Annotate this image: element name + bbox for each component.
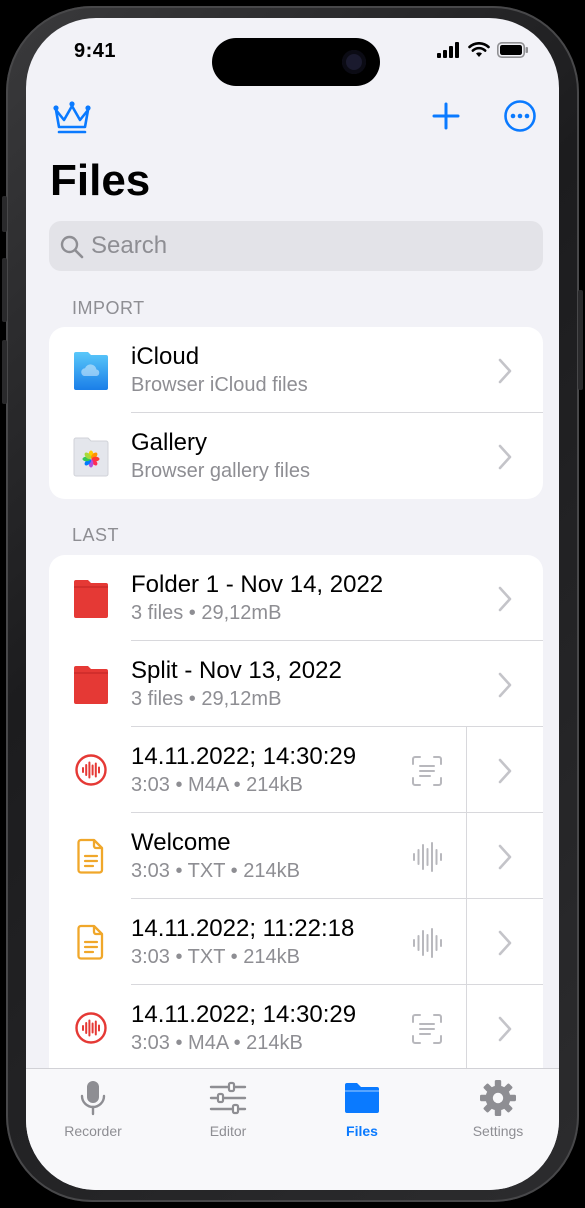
gallery-folder-icon [73,437,109,477]
tab-label: Recorder [64,1123,122,1139]
chevron-right-icon [498,672,512,698]
add-button[interactable] [426,96,466,136]
cellular-signal-icon [437,42,459,58]
row-vertical-divider [466,727,467,813]
tab-recorder[interactable]: Recorder [33,1079,153,1149]
battery-icon [497,42,528,58]
row-subtitle: 3 files • 29,12mB [131,688,282,710]
row-title: 14.11.2022; 14:30:29 [131,1001,357,1028]
transcribe-icon[interactable] [409,1011,445,1047]
import-group: iCloud Browser iCloud files Gallery Brow… [49,327,543,499]
search-bar[interactable] [49,221,543,271]
row-subtitle: 3:03 • TXT • 214kB [131,860,300,882]
row-subtitle: 3 files • 29,12mB [131,602,282,624]
tab-label: Settings [472,1123,524,1139]
status-time: 9:41 [74,40,117,62]
chevron-right-icon [498,586,512,612]
row-title: Split - Nov 13, 2022 [131,657,342,684]
volume-up-button [2,258,7,322]
chevron-right-icon[interactable] [497,757,513,785]
search-icon [60,235,84,259]
dynamic-island [212,38,380,86]
row-vertical-divider [466,899,467,985]
folder-icon [345,1083,379,1113]
row-title: Folder 1 - Nov 14, 2022 [131,571,384,598]
icloud-folder-icon [74,352,108,390]
last-row-text[interactable]: 14.11.2022; 11:22:18 3:03 • TXT • 214kB [49,899,543,985]
red-folder-icon [74,580,108,618]
row-title: 14.11.2022; 11:22:18 [131,915,355,942]
microphone-icon [80,1081,106,1116]
tab-label: Editor [209,1123,247,1139]
chevron-right-icon[interactable] [497,929,513,957]
search-input[interactable] [91,231,521,261]
audio-file-icon [75,754,107,786]
chevron-right-icon [498,444,512,470]
waveform-icon[interactable] [409,925,445,961]
text-file-icon [77,838,104,874]
last-row-folder[interactable]: Split - Nov 13, 2022 3 files • 29,12mB [49,641,543,727]
row-subtitle: 3:03 • TXT • 214kB [131,946,300,968]
tab-editor[interactable]: Editor [168,1079,288,1149]
plus-icon [432,102,460,130]
screen: 9:41 Files Search IMPORT iCloud Browser … [26,18,559,1190]
tab-bar: Recorder Editor Files Settings [26,1068,559,1190]
import-row-icloud[interactable]: iCloud Browser iCloud files [49,327,543,413]
action-button [2,196,7,232]
gear-icon [480,1080,516,1116]
last-section-header: LAST [72,525,120,545]
row-subtitle: 3:03 • M4A • 214kB [131,1032,303,1054]
camera-icon [342,50,366,74]
last-row-folder[interactable]: Folder 1 - Nov 14, 2022 3 files • 29,12m… [49,555,543,641]
last-row-audio[interactable]: 14.11.2022; 14:30:29 3:03 • M4A • 214kB [49,985,543,1071]
row-subtitle: Browser iCloud files [131,374,308,396]
more-button[interactable] [500,96,540,136]
last-row-text[interactable]: Welcome 3:03 • TXT • 214kB [49,813,543,899]
chevron-right-icon[interactable] [497,843,513,871]
row-title: Welcome [131,829,231,856]
import-row-gallery[interactable]: Gallery Browser gallery files [49,413,543,499]
tab-label: Files [346,1123,378,1139]
page-title: Files [50,156,151,205]
top-actions [26,96,559,140]
row-vertical-divider [466,985,467,1071]
text-file-icon [77,924,104,960]
row-title: iCloud [131,343,200,370]
last-group: Folder 1 - Nov 14, 2022 3 files • 29,12m… [49,555,543,1115]
chevron-right-icon [498,358,512,384]
status-icons [437,42,529,58]
red-folder-icon [74,666,108,704]
tab-settings[interactable]: Settings [438,1079,558,1149]
status-bar: 9:41 [26,18,559,86]
more-options-icon [504,100,536,132]
volume-down-button [2,340,7,404]
transcribe-icon[interactable] [409,753,445,789]
wifi-icon [468,42,490,57]
premium-button[interactable] [50,96,94,136]
waveform-icon[interactable] [409,839,445,875]
power-button [578,290,583,390]
row-subtitle: 3:03 • M4A • 214kB [131,774,303,796]
chevron-right-icon[interactable] [497,1015,513,1043]
row-title: 14.11.2022; 14:30:29 [131,743,357,770]
row-vertical-divider [466,813,467,899]
crown-icon [53,101,91,134]
audio-file-icon [75,1012,107,1044]
row-title: Gallery [131,429,208,456]
import-section-header: IMPORT [72,298,145,318]
tab-files[interactable]: Files [302,1079,422,1149]
sliders-icon [209,1081,247,1115]
last-row-audio[interactable]: 14.11.2022; 14:30:29 3:03 • M4A • 214kB [49,727,543,813]
row-subtitle: Browser gallery files [131,460,310,482]
